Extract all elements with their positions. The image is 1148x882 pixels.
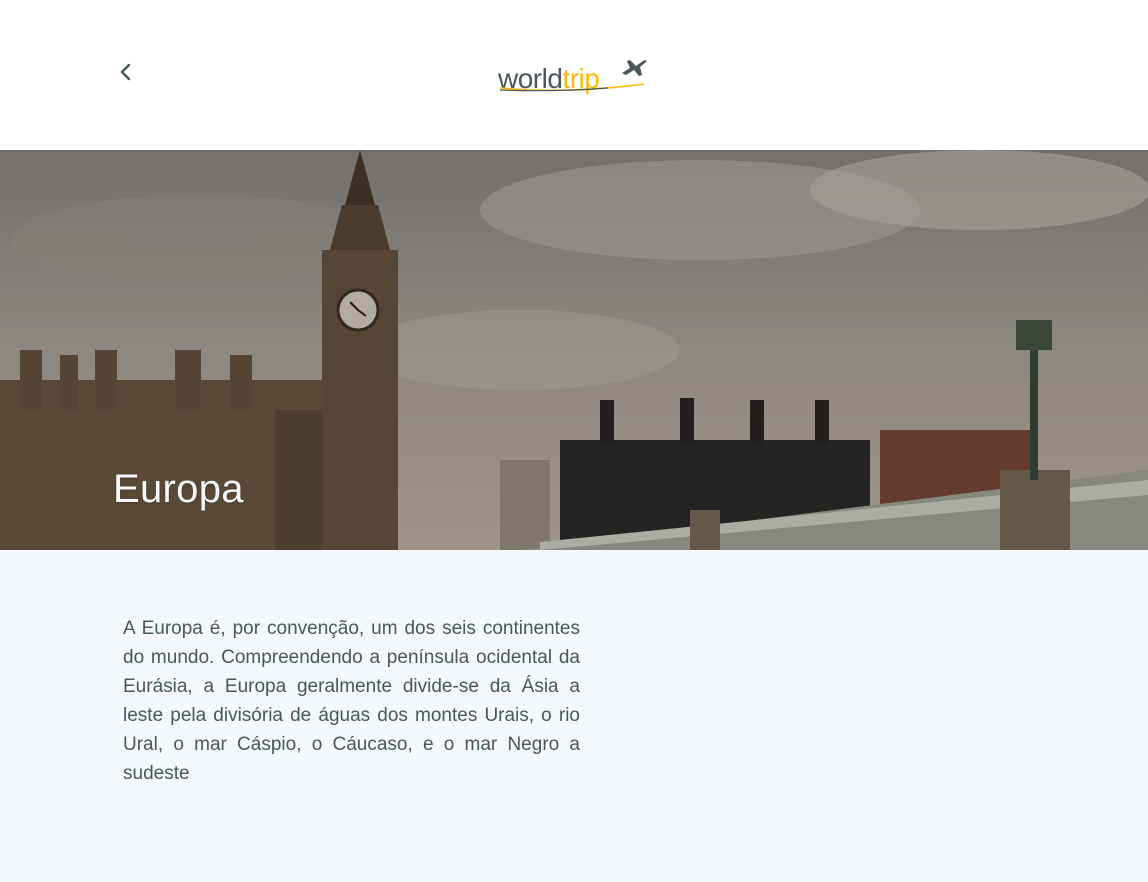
continent-banner: Europa xyxy=(0,150,1148,550)
chevron-left-icon xyxy=(120,63,131,81)
airplane-icon xyxy=(622,60,647,76)
worldtrip-logo[interactable]: world trip xyxy=(498,54,647,96)
logo-swoosh xyxy=(499,83,645,92)
continent-title: Europa xyxy=(113,466,244,511)
back-button[interactable] xyxy=(112,58,140,86)
continent-description: A Europa é, por convenção, um dos seis c… xyxy=(123,618,580,784)
site-header: world trip xyxy=(0,0,1148,150)
